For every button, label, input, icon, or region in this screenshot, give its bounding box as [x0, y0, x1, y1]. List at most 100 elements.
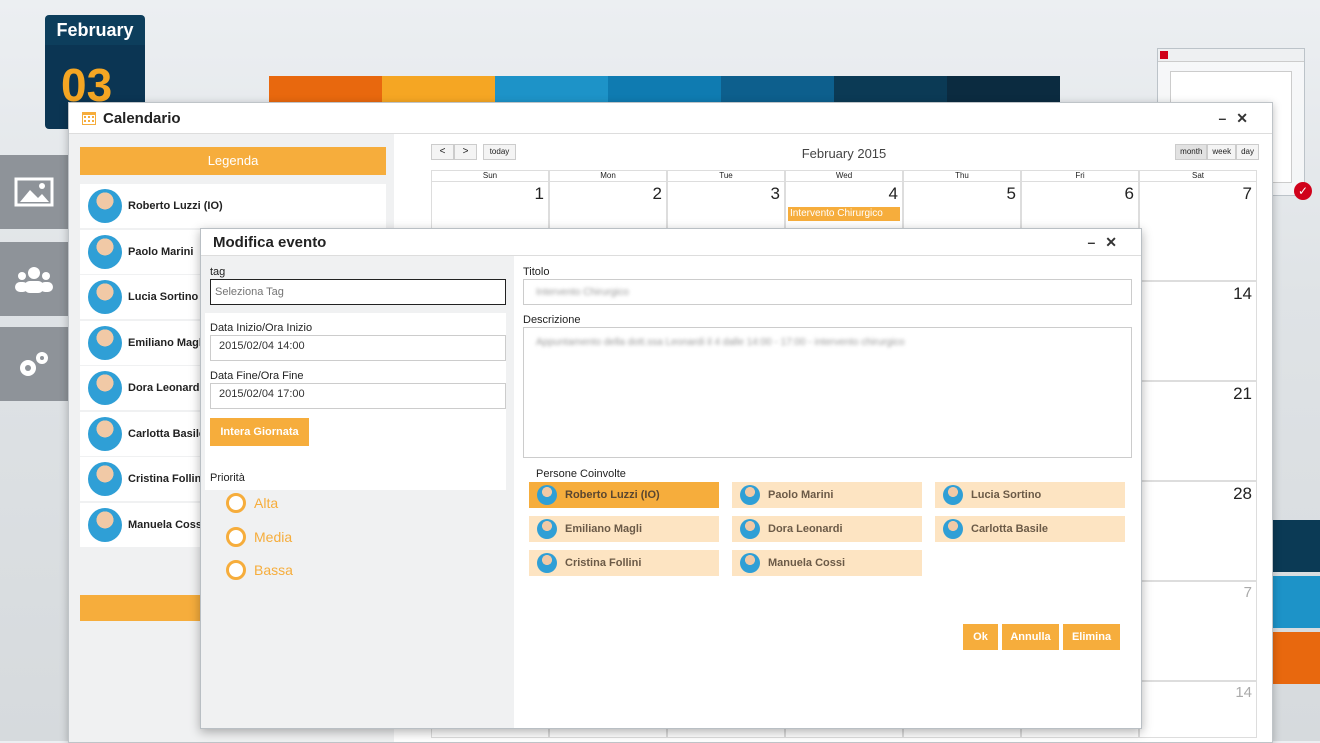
view-day-button[interactable]: day — [1236, 144, 1259, 160]
priority-medium-radio[interactable]: Media — [226, 527, 292, 547]
day-cell[interactable]: 14 — [1139, 281, 1257, 381]
avatar — [88, 371, 122, 405]
day-cell[interactable]: 21 — [1139, 381, 1257, 481]
avatar — [88, 234, 122, 269]
close-icon[interactable]: ✕ — [1236, 110, 1258, 126]
dialog-titlebar: Modifica evento –✕ — [201, 229, 1141, 256]
title-label: Titolo — [523, 266, 550, 278]
end-date-input[interactable]: 2015/02/04 17:00 — [210, 383, 506, 409]
legend-person-name: Roberto Luzzi (IO) — [128, 200, 223, 212]
delete-button[interactable]: Elimina — [1063, 624, 1120, 650]
person-chip[interactable]: Carlotta Basile — [935, 516, 1125, 542]
title-input[interactable]: Intervento Chirurgico — [523, 279, 1132, 305]
day-number: 7 — [1242, 184, 1252, 203]
prev-button[interactable]: < — [431, 144, 454, 160]
priority-high-radio[interactable]: Alta — [226, 493, 278, 513]
weekday-header: Sun Mon Tue Wed Thu Fri Sat — [431, 170, 1259, 181]
right-color-block — [1272, 632, 1320, 684]
avatar — [88, 416, 122, 451]
date-month: February — [45, 15, 145, 45]
close-icon[interactable]: ✕ — [1105, 234, 1127, 250]
legend-item[interactable]: Roberto Luzzi (IO) — [80, 184, 386, 228]
day-cell[interactable]: 14 — [1139, 681, 1257, 738]
tag-label: tag — [210, 266, 226, 278]
image-glyph — [14, 177, 54, 207]
view-week-button[interactable]: week — [1207, 144, 1237, 160]
weekday-sat: Sat — [1139, 170, 1257, 181]
event-chip[interactable]: Intervento Chirurgico — [788, 207, 900, 221]
person-chip[interactable]: Dora Leonardi — [732, 516, 922, 542]
person-chip[interactable]: Manuela Cossi — [732, 550, 922, 576]
minimize-icon[interactable]: – — [1218, 110, 1236, 126]
weekday-wed: Wed — [785, 170, 903, 181]
person-chip-name: Lucia Sortino — [971, 489, 1042, 501]
legend-person-name: Lucia Sortino — [128, 291, 199, 303]
start-date-input[interactable]: 2015/02/04 14:00 — [210, 335, 506, 361]
radio-circle — [226, 560, 246, 580]
day-number: 2 — [652, 184, 662, 203]
day-number: 7 — [1243, 584, 1252, 601]
day-cell[interactable]: 7 — [1139, 581, 1257, 681]
priority-label: Priorità — [210, 472, 245, 484]
person-chip-name: Dora Leonardi — [768, 523, 843, 535]
weekday-sun: Sun — [431, 170, 549, 181]
view-month-button[interactable]: month — [1175, 144, 1208, 160]
close-icon[interactable] — [1160, 51, 1168, 59]
avatar — [537, 519, 557, 539]
day-number: 5 — [1006, 184, 1016, 203]
person-chip[interactable]: Emiliano Magli — [529, 516, 719, 542]
person-chip[interactable]: Roberto Luzzi (IO) — [529, 482, 719, 508]
legend-person-name: Cristina Follini — [128, 473, 205, 485]
avatar — [88, 280, 122, 314]
description-textarea[interactable]: Appuntamento della dott.ssa Leonardi il … — [523, 327, 1132, 458]
avatar — [88, 462, 122, 496]
avatar — [88, 507, 122, 542]
priority-low-label: Bassa — [254, 562, 293, 578]
dialog-right-panel: Titolo Intervento Chirurgico Descrizione… — [514, 256, 1141, 728]
priority-low-radio[interactable]: Bassa — [226, 560, 293, 580]
avatar — [740, 485, 760, 505]
day-number: 14 — [1233, 284, 1252, 303]
right-color-block — [1272, 520, 1320, 572]
avatar — [88, 189, 122, 223]
day-number: 1 — [534, 184, 544, 203]
start-date-label: Data Inizio/Ora Inizio — [210, 322, 313, 334]
end-date-label: Data Fine/Ora Fine — [210, 370, 304, 382]
users-icon[interactable] — [0, 242, 68, 316]
day-cell[interactable]: 7 — [1139, 181, 1257, 281]
tag-select[interactable] — [210, 279, 506, 305]
person-chip[interactable]: Cristina Follini — [529, 550, 719, 576]
radio-circle — [226, 527, 246, 547]
minimize-icon[interactable]: – — [1087, 234, 1105, 250]
day-number: 21 — [1233, 384, 1252, 403]
nav-buttons: < > — [431, 144, 477, 160]
right-color-blocks — [1272, 520, 1320, 688]
check-icon[interactable]: ✓ — [1294, 182, 1312, 200]
legend-footer-bar — [80, 595, 200, 621]
person-chip[interactable]: Paolo Marini — [732, 482, 922, 508]
weekday-tue: Tue — [667, 170, 785, 181]
ok-button[interactable]: Ok — [963, 624, 998, 650]
weekday-thu: Thu — [903, 170, 1021, 181]
settings-gear-icon[interactable] — [0, 327, 68, 401]
day-number: 3 — [770, 184, 780, 203]
person-chip-name: Manuela Cossi — [768, 557, 846, 569]
calendar-icon — [82, 112, 96, 125]
mini-window-titlebar — [1158, 49, 1304, 62]
weekday-fri: Fri — [1021, 170, 1139, 181]
title-value: Intervento Chirurgico — [536, 287, 629, 298]
window-controls: –✕ — [1218, 110, 1258, 127]
dialog-controls: –✕ — [1087, 234, 1127, 251]
today-button[interactable]: today — [483, 144, 516, 160]
avatar — [943, 519, 963, 539]
next-button[interactable]: > — [454, 144, 477, 160]
cancel-button[interactable]: Annulla — [1002, 624, 1059, 650]
all-day-button[interactable]: Intera Giornata — [210, 418, 309, 446]
legend-person-name: Emiliano Magli — [128, 336, 206, 349]
person-chip-name: Carlotta Basile — [971, 523, 1049, 535]
image-icon[interactable] — [0, 155, 68, 229]
radio-circle — [226, 493, 246, 513]
day-cell[interactable]: 28 — [1139, 481, 1257, 581]
person-chip[interactable]: Lucia Sortino — [935, 482, 1125, 508]
person-chip-name: Roberto Luzzi (IO) — [565, 489, 660, 501]
